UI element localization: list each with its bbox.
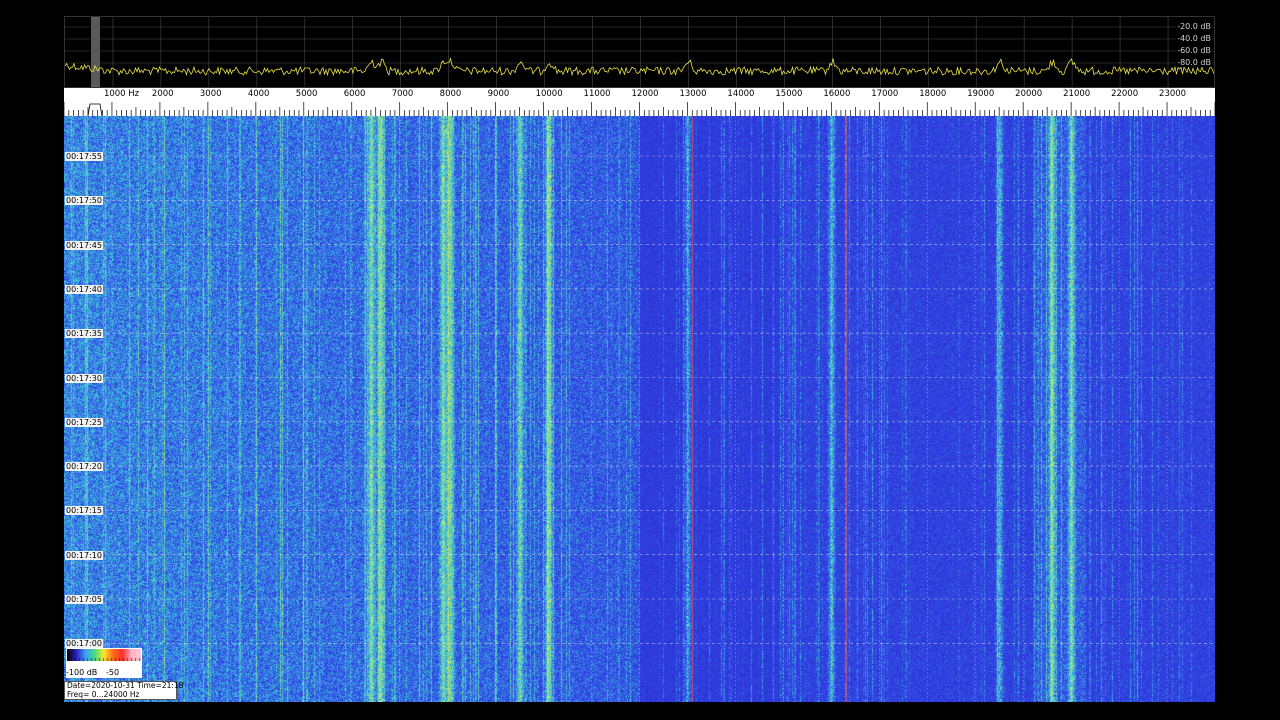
db-label-40: -40.0 dB bbox=[1176, 34, 1212, 43]
time-label: 00:17:00 bbox=[65, 639, 103, 649]
freq-tick-label: 15000 bbox=[775, 89, 803, 99]
time-label: 00:17:30 bbox=[65, 373, 103, 383]
freq-tick-label: 19000 bbox=[967, 89, 995, 99]
info-box: Date=2020-10-31 Time=21:18 Freq= 0...240… bbox=[64, 681, 183, 700]
freq-tick-label: 5000 bbox=[295, 89, 318, 99]
tuning-marker bbox=[87, 103, 103, 116]
db-label-80: -80.0 dB bbox=[1176, 58, 1212, 67]
spectrum-cursor bbox=[91, 17, 100, 87]
time-label: 00:17:40 bbox=[65, 284, 103, 294]
spectrum-trace bbox=[65, 57, 1214, 77]
color-scale-mid-label: -50 bbox=[106, 668, 120, 677]
spectrum-trace-canvas bbox=[65, 17, 1214, 87]
time-label: 00:17:20 bbox=[65, 462, 103, 472]
freq-tick-label: 10000 bbox=[535, 89, 563, 99]
color-scale: -100 dB -50 bbox=[66, 648, 142, 678]
freq-tick-label: 2000 bbox=[151, 89, 174, 99]
freq-tick-label: 9000 bbox=[487, 89, 510, 99]
freq-tick-label: 13000 bbox=[679, 89, 707, 99]
time-label: 00:17:25 bbox=[65, 417, 103, 427]
freq-tick-label: 23000 bbox=[1159, 89, 1187, 99]
color-scale-min-label: -100 dB bbox=[66, 668, 98, 677]
spectrum-plot[interactable]: -20.0 dB -40.0 dB -60.0 dB -80.0 dB bbox=[64, 16, 1215, 88]
freq-tick-label: 17000 bbox=[871, 89, 899, 99]
waterfall-grid bbox=[64, 116, 1215, 702]
time-label: 00:17:10 bbox=[65, 550, 103, 560]
spectrum-analyzer-window: -20.0 dB -40.0 dB -60.0 dB -80.0 dB 1000… bbox=[0, 0, 1280, 720]
info-frequency-range: Freq= 0...24000 Hz bbox=[67, 689, 140, 699]
time-label: 00:17:35 bbox=[65, 329, 103, 339]
freq-tick-label: 14000 bbox=[727, 89, 755, 99]
db-label-60: -60.0 dB bbox=[1176, 46, 1212, 55]
freq-tick-label: 18000 bbox=[919, 89, 947, 99]
time-label: 00:17:15 bbox=[65, 506, 103, 516]
db-label-20: -20.0 dB bbox=[1176, 22, 1212, 31]
time-label: 00:17:50 bbox=[65, 196, 103, 206]
time-label: 00:17:05 bbox=[65, 595, 103, 604]
freq-tick-label: 7000 bbox=[391, 89, 414, 99]
waterfall-display[interactable]: 00:17:55 00:17:50 00:17:45 00:17:40 00:17:35… bbox=[64, 116, 1215, 702]
freq-tick-label: 21000 bbox=[1063, 89, 1091, 99]
color-scale-gradient bbox=[67, 649, 141, 661]
freq-tick-label: 11000 bbox=[583, 89, 611, 99]
freq-tick-label: 4000 bbox=[247, 89, 270, 99]
freq-tick-label: 12000 bbox=[631, 89, 659, 99]
time-label: 00:17:55 bbox=[65, 152, 103, 161]
freq-tick-label: 6000 bbox=[343, 89, 366, 99]
freq-tick-label: 16000 bbox=[823, 89, 851, 99]
freq-tick-label: 20000 bbox=[1015, 89, 1043, 99]
freq-tick-label: 1000 Hz bbox=[103, 89, 140, 99]
freq-tick-label: 22000 bbox=[1111, 89, 1139, 99]
frequency-ruler[interactable]: 1000 Hz 2000 3000 4000 5000 6000 7000 8000 9000 1… bbox=[64, 88, 1215, 116]
freq-tick-label: 3000 bbox=[199, 89, 222, 99]
freq-tick-label: 8000 bbox=[439, 89, 462, 99]
time-label: 00:17:45 bbox=[65, 240, 103, 250]
